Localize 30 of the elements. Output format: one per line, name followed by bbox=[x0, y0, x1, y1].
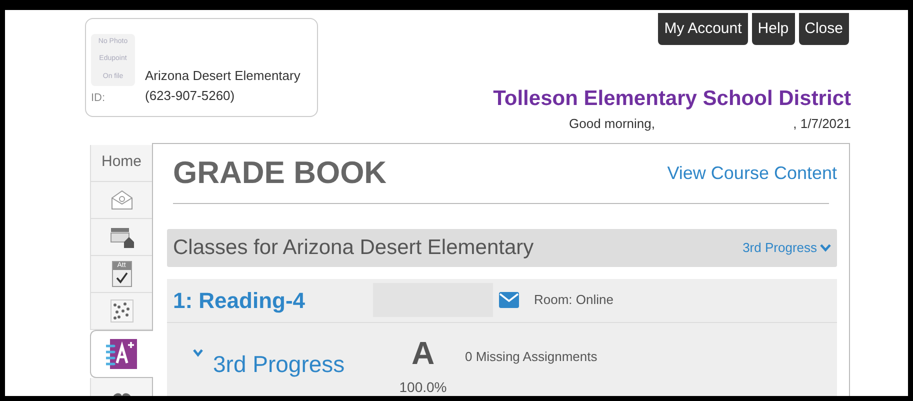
scatter-dots-icon bbox=[110, 298, 134, 322]
greeting-text: Good morning, bbox=[569, 115, 655, 133]
nav-tab[interactable]: Home bbox=[90, 144, 152, 182]
view-course-content-link[interactable]: View Course Content bbox=[667, 160, 837, 186]
email-icon[interactable] bbox=[499, 292, 519, 308]
letter-grade: A bbox=[411, 334, 435, 372]
class-name-link[interactable]: 1: Reading-4 bbox=[173, 284, 373, 316]
nav-tab[interactable] bbox=[90, 330, 153, 378]
nav-tab[interactable] bbox=[90, 292, 152, 330]
header-button[interactable]: Close bbox=[798, 13, 849, 45]
grade-a-plus-icon bbox=[106, 338, 138, 370]
nav-tab[interactable] bbox=[90, 218, 152, 256]
school-phone: (623-907-5260) bbox=[145, 87, 236, 105]
grade-percent: 100.0% bbox=[399, 378, 447, 396]
page-title: GRADE BOOK bbox=[173, 154, 387, 192]
school-name: Arizona Desert Elementary bbox=[145, 67, 300, 85]
id-label: ID: bbox=[91, 90, 106, 106]
checkmark-icon bbox=[116, 272, 128, 284]
header-button[interactable]: My Account bbox=[658, 13, 748, 45]
room-label: Room: Online bbox=[534, 291, 614, 310]
missing-assignments: 0 Missing Assignments bbox=[465, 348, 598, 366]
greeting-date: , 1/7/2021 bbox=[793, 115, 851, 133]
district-title: Tolleson Elementary School District bbox=[493, 86, 851, 112]
classes-header-title: Classes for Arizona Desert Elementary bbox=[173, 234, 534, 261]
period-dropdown[interactable]: 3rd Progress bbox=[742, 238, 831, 258]
nav-tab[interactable] bbox=[90, 182, 152, 218]
envelope-icon bbox=[110, 188, 134, 212]
period-toggle[interactable]: 3rd Progress bbox=[193, 346, 393, 381]
chevron-down-icon bbox=[820, 244, 831, 252]
header-button[interactable]: Help bbox=[752, 13, 795, 45]
